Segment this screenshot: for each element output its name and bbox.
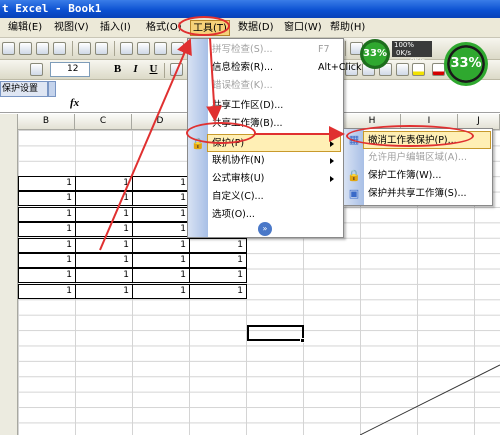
data-cell[interactable]: 1 — [189, 268, 247, 284]
menu-item-spelling[interactable]: 拼写检查(S)... F7 — [208, 41, 340, 59]
lock-icon: 🔒 — [347, 169, 361, 182]
data-cell[interactable]: 1 — [75, 237, 133, 253]
data-cell[interactable]: 1 — [18, 222, 76, 238]
menu-item-online-collaboration[interactable]: 联机协作(N) — [208, 152, 340, 170]
font-dropdown-icon[interactable] — [30, 63, 43, 76]
research-icon[interactable] — [95, 42, 108, 55]
network-monitor: 100% 0K/s 0K/s — [392, 41, 432, 65]
data-cell[interactable]: 1 — [75, 253, 133, 268]
menu-bar: 编辑(E) 视图(V) 插入(I) 格式(O) 工具(T) 数据(D) 窗口(W… — [0, 18, 500, 38]
window-title: t Excel - Book1 — [2, 2, 102, 15]
data-cell[interactable]: 1 — [132, 283, 190, 299]
cpu-gauge-small: 33% — [360, 39, 390, 69]
data-cell[interactable]: 1 — [18, 283, 76, 299]
expand-menu-icon[interactable]: » — [258, 222, 272, 236]
cut-icon[interactable] — [120, 42, 133, 55]
menu-window[interactable]: 窗口(W) — [282, 20, 324, 36]
copy-icon[interactable] — [137, 42, 150, 55]
protection-task-pane[interactable]: 保护设置 — [0, 81, 48, 97]
menu-item-formula-auditing[interactable]: 公式审核(U) — [208, 170, 340, 188]
data-cell[interactable]: 1 — [75, 283, 133, 299]
menu-item-error-check[interactable]: 错误检查(K)... — [208, 77, 340, 95]
underline-button[interactable]: U — [146, 62, 161, 77]
annotation-circle-unprotect — [346, 125, 474, 147]
fx-icon[interactable]: fx — [70, 97, 79, 109]
menu-help[interactable]: 帮助(H) — [328, 20, 367, 36]
menu-item-research[interactable]: 信息检索(R)... Alt+Click — [208, 59, 361, 77]
fill-color-icon[interactable] — [412, 63, 425, 76]
menu-edit[interactable]: 编辑(E) — [6, 20, 44, 36]
chevron-down-icon[interactable] — [48, 81, 56, 97]
format-painter-icon[interactable] — [171, 42, 184, 55]
data-cell[interactable]: 1 — [75, 206, 133, 222]
data-cell[interactable]: 1 — [18, 206, 76, 222]
data-cell[interactable]: 1 — [132, 191, 190, 207]
data-cell[interactable]: 1 — [18, 268, 76, 284]
open-icon[interactable] — [2, 42, 15, 55]
bold-button[interactable]: B — [110, 62, 125, 77]
column-header-d[interactable]: D — [132, 114, 189, 130]
window-title-bar: t Excel - Book1 — [0, 0, 500, 18]
data-cell[interactable]: 1 — [18, 191, 76, 207]
diagonal-line — [360, 364, 500, 435]
submenu-arrow-icon — [330, 158, 334, 164]
data-cell[interactable]: 1 — [18, 253, 76, 268]
data-cell[interactable]: 1 — [18, 237, 76, 253]
column-header-c[interactable]: C — [75, 114, 132, 130]
data-cell[interactable]: 1 — [132, 253, 190, 268]
submenu-arrow-icon — [330, 176, 334, 182]
submenu-arrow-icon — [330, 141, 334, 147]
data-cell[interactable]: 1 — [75, 268, 133, 284]
italic-button[interactable]: I — [128, 62, 143, 77]
data-cell[interactable]: 1 — [132, 237, 190, 253]
annotation-circle-tools — [178, 16, 230, 36]
row-headers[interactable] — [0, 114, 18, 435]
data-cell[interactable]: 1 — [75, 176, 133, 191]
menu-data[interactable]: 数据(D) — [236, 20, 276, 36]
menu-item-protect-workbook[interactable]: 保护工作簿(W)... — [364, 167, 492, 185]
data-cell[interactable]: 1 — [189, 253, 247, 268]
data-cell[interactable]: 1 — [132, 176, 190, 191]
data-cell[interactable]: 1 — [132, 206, 190, 222]
menu-item-protect-share-workbook[interactable]: 保护并共享工作簿(S)... — [364, 185, 492, 203]
borders-dropdown-icon[interactable] — [396, 63, 409, 76]
data-cell[interactable]: 1 — [189, 283, 247, 299]
cpu-gauge-large: 33% — [444, 42, 488, 86]
paste-icon[interactable] — [154, 42, 167, 55]
data-cell[interactable]: 1 — [132, 222, 190, 238]
menu-insert[interactable]: 插入(I) — [98, 20, 133, 36]
annotation-circle-protection — [186, 122, 256, 144]
spelling-icon[interactable] — [78, 42, 91, 55]
active-cell[interactable] — [247, 325, 304, 341]
data-cell[interactable]: 1 — [75, 191, 133, 207]
print-preview-icon[interactable] — [53, 42, 66, 55]
menu-item-allow-edit-ranges[interactable]: 允许用户编辑区域(A)... — [364, 149, 492, 167]
menu-item-customize[interactable]: 自定义(C)... — [208, 188, 340, 206]
font-size-field[interactable]: 12 — [50, 62, 90, 77]
data-cell[interactable]: 1 — [132, 268, 190, 284]
align-left-icon[interactable] — [170, 63, 183, 76]
data-cell[interactable]: 1 — [18, 176, 76, 191]
menu-item-options[interactable]: 选项(O)... — [208, 206, 340, 224]
column-header-b[interactable]: B — [18, 114, 75, 130]
menu-view[interactable]: 视图(V) — [52, 20, 91, 36]
print-icon[interactable] — [36, 42, 49, 55]
data-cell[interactable]: 1 — [189, 237, 247, 253]
menu-item-shared-workspace[interactable]: 共享工作区(D)... — [208, 97, 340, 115]
fill-handle[interactable] — [300, 338, 305, 343]
data-cell[interactable]: 1 — [75, 222, 133, 238]
share-lock-icon: ▣ — [348, 187, 360, 200]
save-icon[interactable] — [19, 42, 32, 55]
